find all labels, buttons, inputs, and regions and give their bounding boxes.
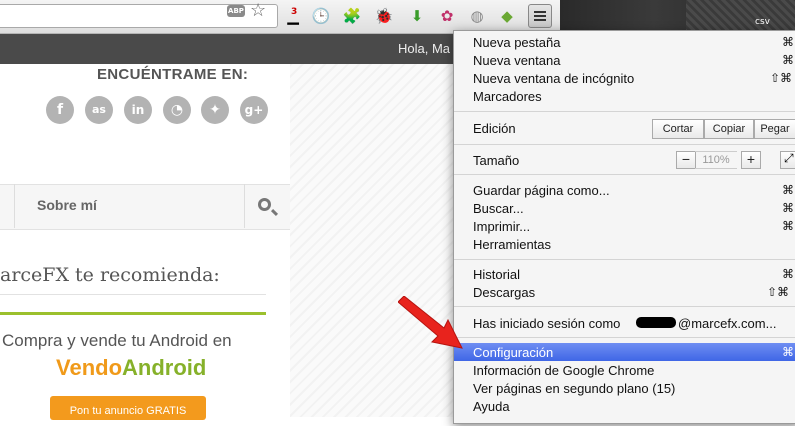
facebook-icon[interactable]: f — [46, 96, 74, 124]
hamburger-line — [534, 19, 546, 21]
nav-divider — [244, 184, 245, 228]
ad-brand-part2: Android — [122, 355, 207, 380]
menu-signed-in-suffix[interactable]: @marcefx.com... — [678, 316, 776, 331]
extension-meter-icon[interactable]: ▁ 3 — [283, 6, 303, 26]
zoom-value: 110% — [695, 151, 737, 169]
ad-brand-part1: Vendo — [56, 355, 123, 380]
menu-signed-in-prefix[interactable]: Has iniciado sesión como — [473, 316, 620, 331]
menu-find[interactable]: Buscar... — [473, 201, 524, 216]
redacted-email-mask — [636, 317, 676, 328]
extension-badge: 3 — [291, 7, 298, 17]
ad-accent-bar — [0, 312, 266, 315]
hamburger-line — [534, 11, 546, 13]
divider — [0, 294, 266, 295]
zoom-in-button[interactable]: + — [741, 151, 761, 169]
flower-extension-icon[interactable]: ✿ — [437, 6, 457, 26]
user-greeting[interactable]: Hola, Ma — [398, 41, 450, 56]
menu-about-chrome[interactable]: Información de Google Chrome — [473, 363, 654, 378]
bookmark-star-icon[interactable]: ☆ — [250, 0, 266, 20]
fullscreen-icon[interactable] — [780, 151, 795, 169]
adblock-plus-icon[interactable]: ABP — [227, 5, 245, 17]
menu-settings[interactable]: Configuración — [473, 345, 553, 360]
menu-bookmarks[interactable]: Marcadores — [473, 89, 542, 104]
shortcut-incognito: ⇧⌘ — [770, 71, 793, 85]
menu-edit-label: Edición — [473, 121, 516, 136]
menu-separator — [454, 306, 795, 307]
menu-separator — [454, 144, 795, 145]
menu-separator — [454, 259, 795, 260]
menu-help[interactable]: Ayuda — [473, 399, 510, 414]
shortcut-new-tab: ⌘ — [782, 35, 794, 49]
lastfm-icon[interactable]: as — [85, 96, 113, 124]
nav-about-link[interactable]: Sobre mí — [37, 197, 97, 213]
menu-zoom-label: Tamaño — [473, 153, 520, 168]
csv-file-label: csv — [755, 17, 770, 27]
chrome-menu-button[interactable] — [528, 4, 552, 28]
shortcut-settings: ⌘ — [782, 345, 794, 359]
download-arrow-icon[interactable]: ⬇ — [407, 6, 427, 26]
hamburger-line — [534, 15, 546, 17]
red-arrow-annotation — [398, 296, 463, 349]
ad-text[interactable]: Compra y vende tu Android en — [2, 331, 232, 351]
puzzle-extension-icon[interactable]: 🧩 — [342, 6, 362, 26]
linkedin-icon[interactable]: in — [124, 96, 152, 124]
zoom-out-button[interactable]: − — [676, 151, 696, 169]
menu-incognito[interactable]: Nueva ventana de incógnito — [473, 71, 634, 86]
ad-brand-logo[interactable]: VendoAndroid — [56, 355, 206, 381]
menu-downloads[interactable]: Descargas — [473, 285, 535, 300]
googleplus-icon[interactable]: g+ — [240, 96, 268, 124]
menu-new-tab[interactable]: Nueva pestaña — [473, 35, 560, 50]
shortcut-history: ⌘ — [782, 267, 794, 281]
tag-icon[interactable]: ◆ — [497, 6, 517, 26]
shortcut-print: ⌘ — [782, 219, 794, 233]
menu-history[interactable]: Historial — [473, 267, 520, 282]
menu-tools[interactable]: Herramientas — [473, 237, 551, 252]
shortcut-downloads: ⇧⌘ — [767, 285, 790, 299]
shortcut-new-window: ⌘ — [782, 53, 794, 67]
menu-separator — [454, 337, 795, 338]
csv-file-thumbnail[interactable] — [686, 0, 795, 33]
find-me-title: ENCUÉNTRAME EN: — [97, 66, 249, 83]
cut-button[interactable]: Cortar — [652, 119, 704, 139]
shortcut-find: ⌘ — [782, 201, 794, 215]
rss-icon[interactable]: ◔ — [163, 96, 191, 124]
menu-separator — [454, 111, 795, 112]
menu-separator — [454, 174, 795, 175]
globe-icon[interactable]: ◍ — [467, 6, 487, 26]
shortcut-save: ⌘ — [782, 183, 794, 197]
paste-button[interactable]: Pegar — [754, 119, 795, 139]
menu-background-pages[interactable]: Ver páginas en segundo plano (15) — [473, 381, 675, 396]
bug-icon[interactable]: 🐞 — [374, 6, 394, 26]
recommend-heading: arceFX te recomienda: — [0, 264, 220, 286]
copy-button[interactable]: Copiar — [704, 119, 754, 139]
menu-new-window[interactable]: Nueva ventana — [473, 53, 560, 68]
nav-divider — [14, 184, 15, 228]
clock-icon[interactable]: 🕒 — [311, 6, 331, 26]
site-background-pattern — [290, 64, 460, 417]
menu-print[interactable]: Imprimir... — [473, 219, 530, 234]
search-icon[interactable] — [258, 198, 271, 211]
twitter-icon[interactable]: ✦ — [201, 96, 229, 124]
menu-save-page[interactable]: Guardar página como... — [473, 183, 610, 198]
ad-cta-button[interactable]: Pon tu anuncio GRATIS — [50, 396, 206, 420]
